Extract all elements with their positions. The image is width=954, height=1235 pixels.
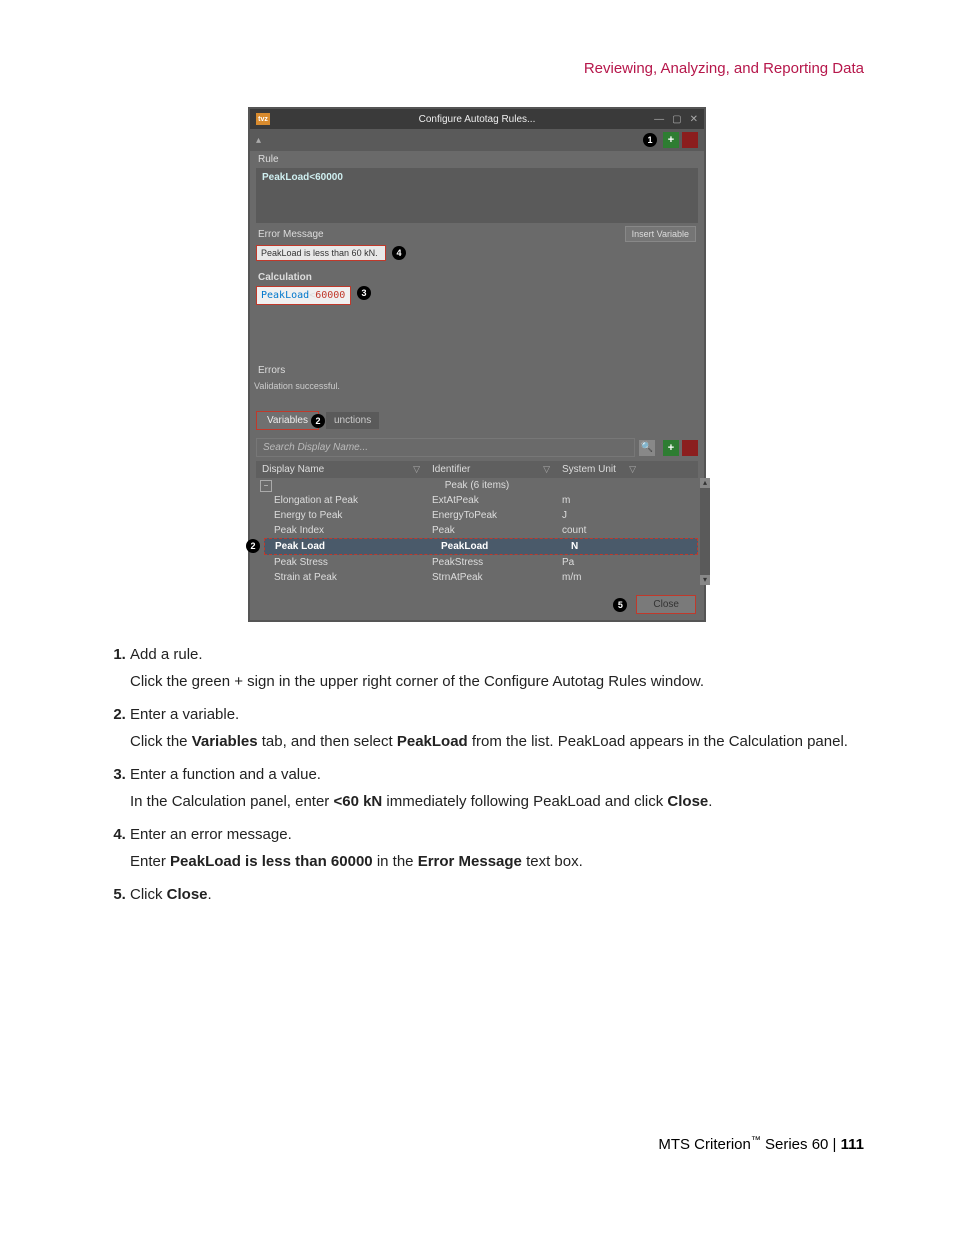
close-icon[interactable]: ✕ (690, 114, 698, 125)
screenshot-figure: tvz Configure Autotag Rules... — ▢ ✕ ▴ 1… (90, 107, 864, 622)
step-5: Click Close. (130, 884, 864, 905)
table-row-selected[interactable]: 2 Peak Load PeakLoad N (264, 538, 698, 555)
step-4: Enter an error message. Enter PeakLoad i… (130, 824, 864, 872)
maximize-icon[interactable]: ▢ (672, 114, 681, 125)
col-system-unit[interactable]: System Unit▽ (556, 461, 642, 478)
table-row[interactable]: Elongation at Peak ExtAtPeak m (256, 493, 698, 508)
dialog-window: tvz Configure Autotag Rules... — ▢ ✕ ▴ 1… (248, 107, 706, 622)
callout-2: 2 (246, 539, 260, 553)
minimize-icon[interactable]: — (654, 114, 664, 125)
table-row[interactable]: Peak Index Peak count (256, 523, 698, 538)
calculation-label: Calculation (250, 269, 704, 286)
search-input[interactable]: Search Display Name... (256, 438, 635, 457)
callout-2-tabs: 2 (311, 414, 325, 428)
rule-label: Rule (250, 151, 704, 168)
tab-variables[interactable]: Variables (256, 411, 319, 430)
search-icon[interactable]: 🔍 (639, 440, 655, 456)
calculation-input[interactable]: PeakLoad<60000 (256, 286, 351, 305)
calculation-area (256, 307, 698, 362)
filter-icon[interactable]: ▽ (543, 464, 550, 475)
callout-3: 3 (357, 286, 371, 300)
col-identifier[interactable]: Identifier▽ (426, 461, 556, 478)
variables-table: Display Name▽ Identifier▽ System Unit▽ −… (256, 461, 698, 585)
group-header[interactable]: − Peak (6 items) (256, 478, 698, 493)
collapse-group-icon[interactable]: − (260, 480, 272, 492)
step-3: Enter a function and a value. In the Cal… (130, 764, 864, 812)
step-1: Add a rule. Click the green + sign in th… (130, 644, 864, 692)
filter-icon[interactable]: ▽ (629, 464, 636, 475)
section-header: Reviewing, Analyzing, and Reporting Data (90, 60, 864, 77)
filter-icon[interactable]: ▽ (413, 464, 420, 475)
table-row[interactable]: Peak Stress PeakStress Pa (256, 555, 698, 570)
tab-functions[interactable]: unctions (326, 412, 379, 429)
error-message-input[interactable]: PeakLoad is less than 60 kN. (256, 245, 386, 261)
add-var-button[interactable]: + (663, 440, 679, 456)
table-row[interactable]: Energy to Peak EnergyToPeak J (256, 508, 698, 523)
scrollbar[interactable]: ▴ ▾ (700, 478, 710, 585)
remove-rule-button[interactable] (682, 132, 698, 148)
errors-label: Errors (250, 362, 704, 379)
insert-variable-button[interactable]: Insert Variable (625, 226, 696, 242)
scroll-down-icon[interactable]: ▾ (700, 575, 710, 585)
toolbar: ▴ 1 + (250, 129, 704, 151)
remove-var-button[interactable] (682, 440, 698, 456)
rule-display: PeakLoad<60000 (256, 168, 698, 223)
instructions: Add a rule. Click the green + sign in th… (90, 644, 864, 905)
collapse-icon[interactable]: ▴ (256, 135, 261, 146)
window-title: Configure Autotag Rules... (250, 114, 704, 125)
callout-4: 4 (392, 246, 406, 260)
callout-1: 1 (643, 133, 657, 147)
table-row[interactable]: Strain at Peak StrnAtPeak m/m (256, 570, 698, 585)
titlebar: tvz Configure Autotag Rules... — ▢ ✕ (250, 109, 704, 129)
scroll-up-icon[interactable]: ▴ (700, 478, 710, 488)
error-message-label: Error Message (258, 229, 324, 240)
add-rule-button[interactable]: + (663, 132, 679, 148)
errors-output: Validation successful. (250, 379, 704, 405)
step-2: Enter a variable. Click the Variables ta… (130, 704, 864, 752)
col-display-name[interactable]: Display Name▽ (256, 461, 426, 478)
callout-5: 5 (613, 598, 627, 612)
page-footer: MTS Criterion™ Series 60 | 111 (90, 1135, 864, 1153)
close-button[interactable]: Close (636, 595, 696, 614)
